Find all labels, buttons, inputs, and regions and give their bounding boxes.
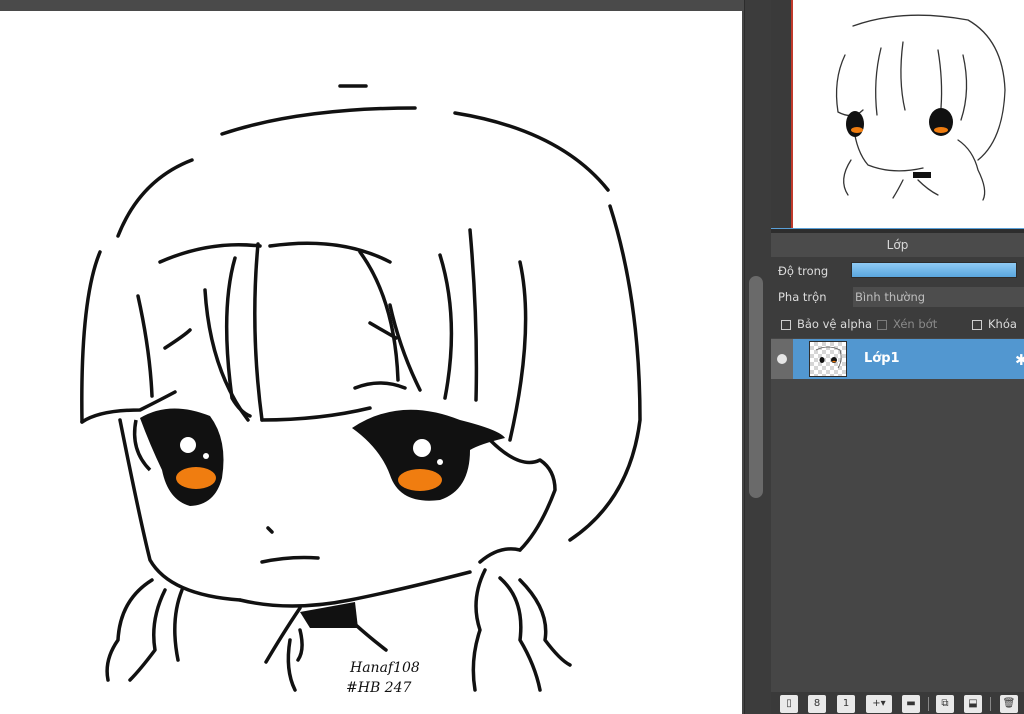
new-layer-8bit-icon[interactable]: 8 (808, 695, 826, 713)
eye-icon (777, 354, 787, 364)
layer-list[interactable]: Lớp1 ✱ (771, 338, 1024, 692)
merge-down-icon[interactable]: ⬓ (964, 695, 982, 713)
right-panel: Lớp Độ trong Pha trộn Bình thường Bảo vệ… (771, 0, 1024, 714)
blend-mode-label: Pha trộn (778, 290, 827, 304)
opacity-slider[interactable] (851, 262, 1017, 278)
protect-alpha-label: Bảo vệ alpha (797, 317, 873, 331)
canvas-area[interactable]: Hanaf108 #HB 247 (0, 0, 744, 714)
checkbox-icon (877, 319, 887, 330)
lock-checkbox[interactable]: Khóa (972, 317, 1017, 331)
clipping-checkbox[interactable]: Xén bớt (877, 317, 937, 331)
scrollbar-thumb[interactable] (749, 276, 763, 498)
blend-mode-select[interactable]: Bình thường (853, 287, 1024, 307)
right-iris-highlight (398, 469, 442, 491)
layer-panel-title: Lớp (771, 233, 1024, 257)
new-layer-icon[interactable]: ▯ (780, 695, 798, 713)
layer-thumbnail (809, 341, 847, 377)
add-layer-menu-icon[interactable]: +▾ (866, 695, 892, 713)
visibility-toggle[interactable] (771, 339, 793, 379)
canvas-vertical-scrollbar[interactable] (744, 0, 771, 714)
signature-line2: #HB 247 (346, 680, 411, 696)
layer-toolbar: ▯ 8 1 +▾ ▬ ⧉ ⬓ 🗑 (771, 692, 1024, 714)
canvas-top-strip (0, 0, 744, 11)
layer-thumbnail-art (815, 346, 842, 369)
right-eye (352, 409, 505, 501)
character-drawing: Hanaf108 #HB 247 (80, 84, 642, 696)
lock-label: Khóa (988, 317, 1017, 331)
navigator-preview[interactable] (791, 0, 1024, 228)
left-eye (132, 408, 224, 506)
toolbar-separator (928, 697, 929, 711)
duplicate-layer-icon[interactable]: ⧉ (936, 695, 954, 713)
protect-alpha-checkbox[interactable]: Bảo vệ alpha (781, 317, 872, 331)
layer-settings-icon[interactable]: ✱ (1015, 351, 1024, 369)
navigator-thumbnail (835, 14, 1006, 201)
left-iris-highlight (176, 467, 216, 489)
checkbox-icon (781, 319, 791, 330)
navigator-panel (771, 0, 1024, 228)
drawing-canvas[interactable]: Hanaf108 #HB 247 (0, 11, 742, 714)
clipping-label: Xén bớt (893, 317, 938, 331)
toolbar-separator (990, 697, 991, 711)
layer-name[interactable]: Lớp1 (864, 339, 900, 379)
delete-layer-icon[interactable]: 🗑 (1000, 695, 1018, 713)
checkbox-icon (972, 319, 982, 330)
signature-line1: Hanaf108 (349, 660, 420, 676)
opacity-label: Độ trong (778, 264, 829, 278)
new-layer-1bit-icon[interactable]: 1 (837, 695, 855, 713)
new-folder-icon[interactable]: ▬ (902, 695, 920, 713)
layer-row[interactable]: Lớp1 ✱ (771, 339, 1024, 379)
